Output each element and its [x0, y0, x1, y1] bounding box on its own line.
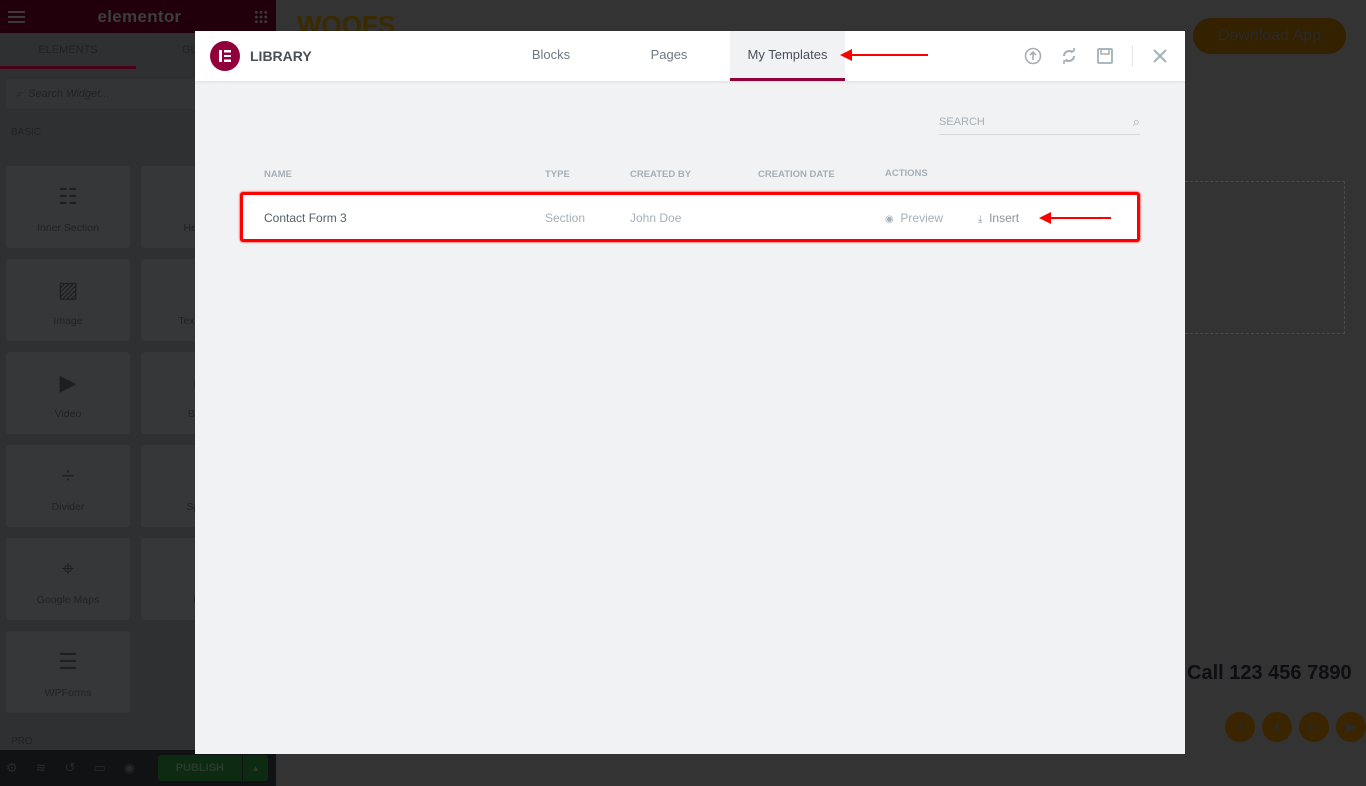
instagram-icon[interactable]: ◻ [1299, 712, 1329, 742]
template-author: John Doe [630, 211, 682, 225]
column-actions: ACTIONS [885, 168, 928, 179]
download-icon: ⤓ [978, 214, 983, 225]
eye-icon: ◉ [885, 214, 894, 225]
widget-label: Inner Section [37, 222, 99, 234]
tab-my-templates[interactable]: My Templates [730, 31, 845, 81]
widget-label: WPForms [44, 687, 92, 699]
column-created-by: CREATED BY [630, 169, 692, 180]
layers-icon[interactable]: ≋ [36, 760, 47, 776]
empty-section-placeholder [1185, 181, 1345, 334]
responsive-icon[interactable]: ▭ [93, 760, 105, 776]
columns-icon: ☷ [58, 184, 78, 209]
close-icon[interactable] [1151, 47, 1169, 65]
twitter-icon[interactable]: t [1262, 712, 1292, 742]
download-app-button[interactable]: Download App [1193, 18, 1346, 54]
widget-label: Google Maps [36, 594, 100, 606]
tab-elements[interactable]: ELEMENTS [0, 33, 136, 69]
apps-grid-icon[interactable] [253, 9, 268, 24]
column-creation-date: CREATION DATE [758, 169, 835, 180]
elementor-logo: elementor [97, 6, 182, 26]
search-icon[interactable]: ⌕ [1133, 114, 1140, 130]
widget-tile[interactable]: ÷ Divider [6, 445, 130, 527]
elementor-logo-icon [210, 41, 240, 71]
widget-tile[interactable]: ▶ Video [6, 352, 130, 434]
publish-button[interactable]: PUBLISH [157, 755, 242, 781]
form-icon: ☰ [58, 649, 78, 674]
column-name: NAME [264, 169, 292, 180]
search-input[interactable] [939, 115, 1109, 128]
template-search[interactable]: ⌕ [939, 109, 1140, 135]
preview-button[interactable]: ◉ Preview [885, 211, 943, 225]
insert-button[interactable]: ⤓ Insert [978, 211, 1019, 225]
publish-options-button[interactable]: ▲ [243, 755, 268, 781]
divider [1132, 46, 1133, 66]
import-icon[interactable] [1024, 47, 1042, 65]
library-title: LIBRARY [250, 48, 312, 64]
map-icon: ⌖ [61, 556, 75, 581]
menu-icon[interactable] [8, 10, 25, 23]
annotation-arrow [1039, 212, 1111, 224]
settings-icon[interactable]: ⚙ [6, 760, 18, 776]
template-type: Section [545, 211, 586, 225]
facebook-icon[interactable]: f [1225, 712, 1255, 742]
annotation-arrow [840, 49, 928, 61]
call-text: Call 123 456 7890 [1187, 662, 1352, 684]
column-type: TYPE [545, 169, 570, 180]
widget-tile[interactable]: ⌖ Google Maps [6, 538, 130, 620]
youtube-icon[interactable]: ▶ [1336, 712, 1366, 742]
preview-eye-icon[interactable]: ◉ [124, 760, 135, 776]
widget-tile[interactable]: ▨ Image [6, 259, 130, 341]
sync-icon[interactable] [1060, 47, 1078, 65]
search-icon: ⌕ [16, 87, 23, 100]
widget-tile[interactable]: ☰ WPForms [6, 631, 130, 713]
image-icon: ▨ [57, 277, 79, 302]
divider-icon: ÷ [61, 463, 75, 488]
template-name: Contact Form 3 [264, 211, 347, 225]
widget-label: Image [53, 315, 83, 327]
widget-label: Video [54, 408, 82, 420]
table-row: Contact Form 3 Section John Doe ◉ Previe… [240, 192, 1140, 242]
library-modal: LIBRARY Blocks Pages My Templates ⌕ NAME… [195, 31, 1185, 754]
history-icon[interactable]: ↺ [65, 760, 76, 776]
video-icon: ▶ [59, 370, 77, 395]
widget-label: Divider [51, 501, 85, 513]
save-icon[interactable] [1096, 47, 1114, 65]
tab-blocks[interactable]: Blocks [511, 31, 591, 81]
widget-tile[interactable]: ☷ Inner Section [6, 166, 130, 248]
tab-pages[interactable]: Pages [629, 31, 709, 81]
